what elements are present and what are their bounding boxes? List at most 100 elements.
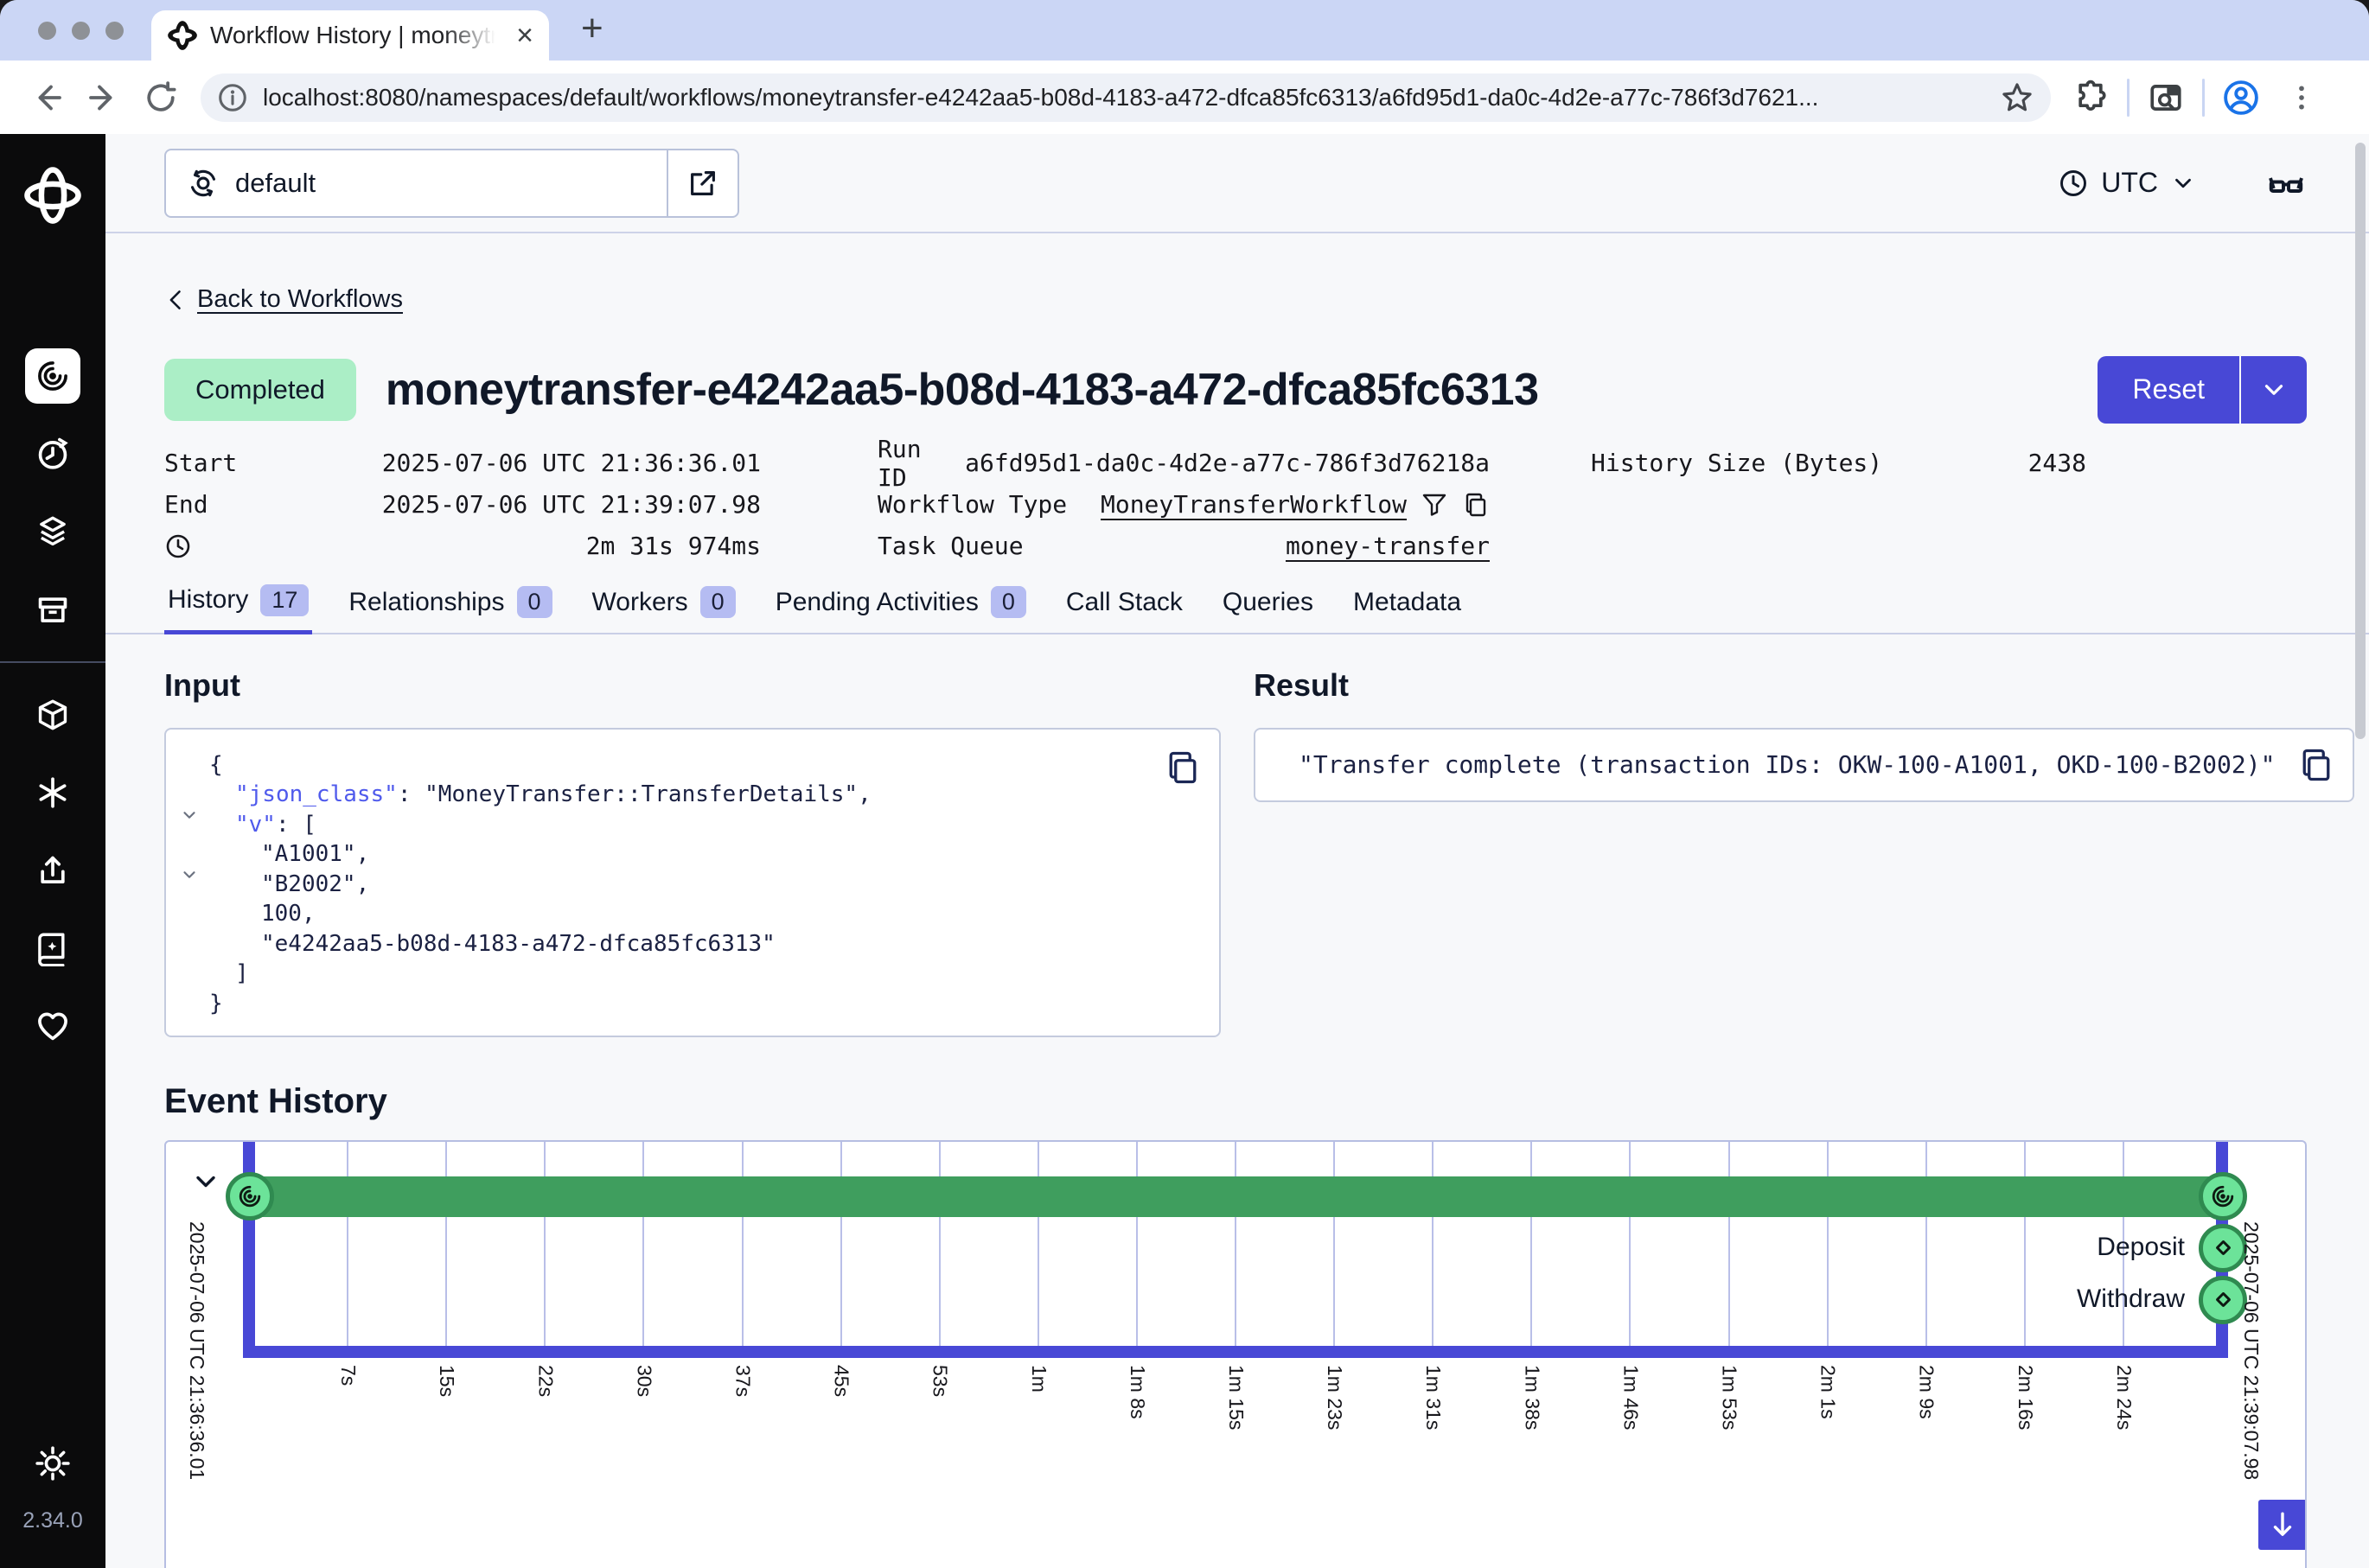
json-line: ] (166, 959, 1219, 989)
copy-input-icon[interactable] (1164, 749, 1202, 787)
minimize-window-button[interactable] (72, 22, 90, 40)
time-tick-label: 7s (336, 1365, 360, 1386)
reset-button[interactable]: Reset (2098, 356, 2239, 424)
new-tab-button[interactable]: + (581, 7, 603, 50)
left-nav-sidebar: 2.34.0 (0, 134, 105, 1568)
sidebar-item-batch-operations[interactable] (25, 582, 80, 637)
theme-toggle-sun-icon[interactable] (34, 1444, 72, 1482)
window-controls[interactable] (38, 22, 124, 40)
close-tab-icon[interactable]: × (516, 21, 533, 50)
browser-tab[interactable]: Workflow History | moneytran × (151, 10, 549, 61)
tab-strip: Workflow History | moneytran × + (0, 0, 2369, 61)
sidebar-item-workflows[interactable] (25, 348, 80, 404)
event-history-timeline: Deposit Withdraw 2025-07-06 UTC 21:36:36… (164, 1140, 2307, 1568)
workflow-execution-bar[interactable] (249, 1176, 2223, 1217)
sidebar-item-docs[interactable] (25, 921, 80, 976)
activity-label-withdraw: Withdraw (1925, 1284, 2185, 1314)
back-icon[interactable] (22, 73, 71, 122)
sidebar-item-feedback[interactable] (25, 998, 80, 1054)
task-queue-link[interactable]: money-transfer (1286, 532, 1490, 560)
time-tick-label: 30s (632, 1365, 655, 1397)
tab[interactable]: Queries (1219, 579, 1317, 634)
sidebar-item-nexus[interactable] (25, 765, 80, 820)
activity-diamond-icon (2215, 1291, 2231, 1307)
site-info-icon[interactable] (216, 81, 249, 114)
tab-count-badge: 0 (700, 586, 736, 618)
time-tick-label: 1m (1027, 1365, 1050, 1393)
time-tick-label: 45s (830, 1365, 853, 1397)
temporal-logo-icon[interactable] (22, 165, 83, 226)
sidebar-item-share[interactable] (25, 843, 80, 898)
tab[interactable]: Pending Activities 0 (772, 579, 1030, 634)
workflow-details: Start2025-07-06 UTC 21:36:36.01 End2025-… (164, 443, 2307, 567)
bookmark-star-icon[interactable] (1999, 80, 2035, 116)
clock-icon (2058, 168, 2089, 199)
sidebar-item-deployments[interactable] (25, 504, 80, 559)
workflow-end-node[interactable] (2199, 1172, 2247, 1221)
app-version: 2.34.0 (22, 1508, 83, 1533)
activity-label-deposit: Deposit (1925, 1233, 2185, 1262)
chevron-left-icon (164, 288, 188, 312)
copy-icon[interactable] (1462, 491, 1490, 519)
chevron-down-icon (2170, 170, 2196, 196)
url-bar[interactable]: localhost:8080/namespaces/default/workfl… (201, 73, 2051, 122)
toolbar-divider (2202, 79, 2205, 117)
timeline-collapse-chevron[interactable] (190, 1166, 221, 1197)
json-line: "json_class": "MoneyTransfer::TransferDe… (166, 780, 1219, 810)
close-window-button[interactable] (38, 22, 56, 40)
time-tick-label: 15s (435, 1365, 458, 1397)
end-label: End (164, 490, 208, 519)
namespace-selector[interactable]: default (164, 149, 739, 218)
scrollbar-thumb[interactable] (2355, 143, 2366, 739)
time-tick-label: 1m 38s (1520, 1365, 1543, 1430)
namespace-name: default (235, 168, 316, 199)
time-tick-label: 37s (731, 1365, 755, 1397)
tab-count-badge: 17 (260, 584, 309, 616)
copy-result-icon[interactable] (2297, 746, 2335, 784)
browser-menu-icon[interactable] (2277, 73, 2326, 122)
temporal-favicon-icon (167, 20, 198, 51)
json-line: "B2002", (166, 870, 1219, 900)
tab-count-badge: 0 (991, 586, 1026, 618)
sidebar-item-archival[interactable] (25, 687, 80, 743)
tab[interactable]: Workers 0 (589, 579, 739, 634)
history-size-value: 2438 (2028, 449, 2086, 477)
tab[interactable]: Call Stack (1063, 579, 1186, 634)
reload-icon[interactable] (137, 73, 185, 122)
extensions-icon[interactable] (2066, 73, 2115, 122)
back-to-workflows-link[interactable]: Back to Workflows (164, 285, 403, 314)
time-tick-label: 2m 9s (1915, 1365, 1938, 1419)
timezone-dropdown[interactable]: UTC (2058, 167, 2196, 199)
run-id-value: a6fd95d1-da0c-4d2e-a77c-786f3d76218a (965, 449, 1490, 477)
json-line: "A1001", (166, 839, 1219, 870)
tab[interactable]: Metadata (1350, 579, 1465, 634)
tab[interactable]: History 17 (164, 579, 312, 634)
tab-title: Workflow History | moneytran (210, 22, 495, 49)
time-tick-label: 53s (929, 1365, 952, 1397)
maximize-window-button[interactable] (105, 22, 124, 40)
labs-glasses-icon[interactable] (2265, 163, 2307, 204)
open-namespace-external-icon[interactable] (667, 150, 738, 216)
filter-funnel-icon[interactable] (1421, 491, 1448, 519)
tab[interactable]: Relationships 0 (345, 579, 555, 634)
sidebar-item-schedules[interactable] (25, 426, 80, 481)
workflow-type-label: Workflow Type (878, 490, 1067, 519)
workflow-start-node[interactable] (226, 1172, 274, 1221)
sidebar-divider (0, 661, 105, 663)
time-tick-label: 1m 46s (1619, 1365, 1642, 1430)
tab-count-badge: 0 (517, 586, 552, 618)
activity-diamond-icon (2215, 1240, 2231, 1255)
download-history-button[interactable] (2258, 1500, 2307, 1550)
reset-menu-chevron[interactable] (2241, 356, 2307, 424)
toolbar-actions (2066, 73, 2326, 122)
json-line: "v": [ (166, 810, 1219, 840)
time-tick-label: 1m 23s (1323, 1365, 1346, 1430)
time-tick-label: 1m 53s (1718, 1365, 1741, 1430)
side-search-icon[interactable] (2142, 73, 2190, 122)
forward-icon[interactable] (80, 73, 128, 122)
profile-icon[interactable] (2217, 73, 2265, 122)
workflow-type-link[interactable]: MoneyTransferWorkflow (1101, 490, 1407, 519)
namespace-icon (187, 167, 220, 200)
url-text[interactable]: localhost:8080/namespaces/default/workfl… (263, 84, 1985, 112)
workflow-title: moneytransfer-e4242aa5-b08d-4183-a472-df… (386, 364, 2077, 416)
